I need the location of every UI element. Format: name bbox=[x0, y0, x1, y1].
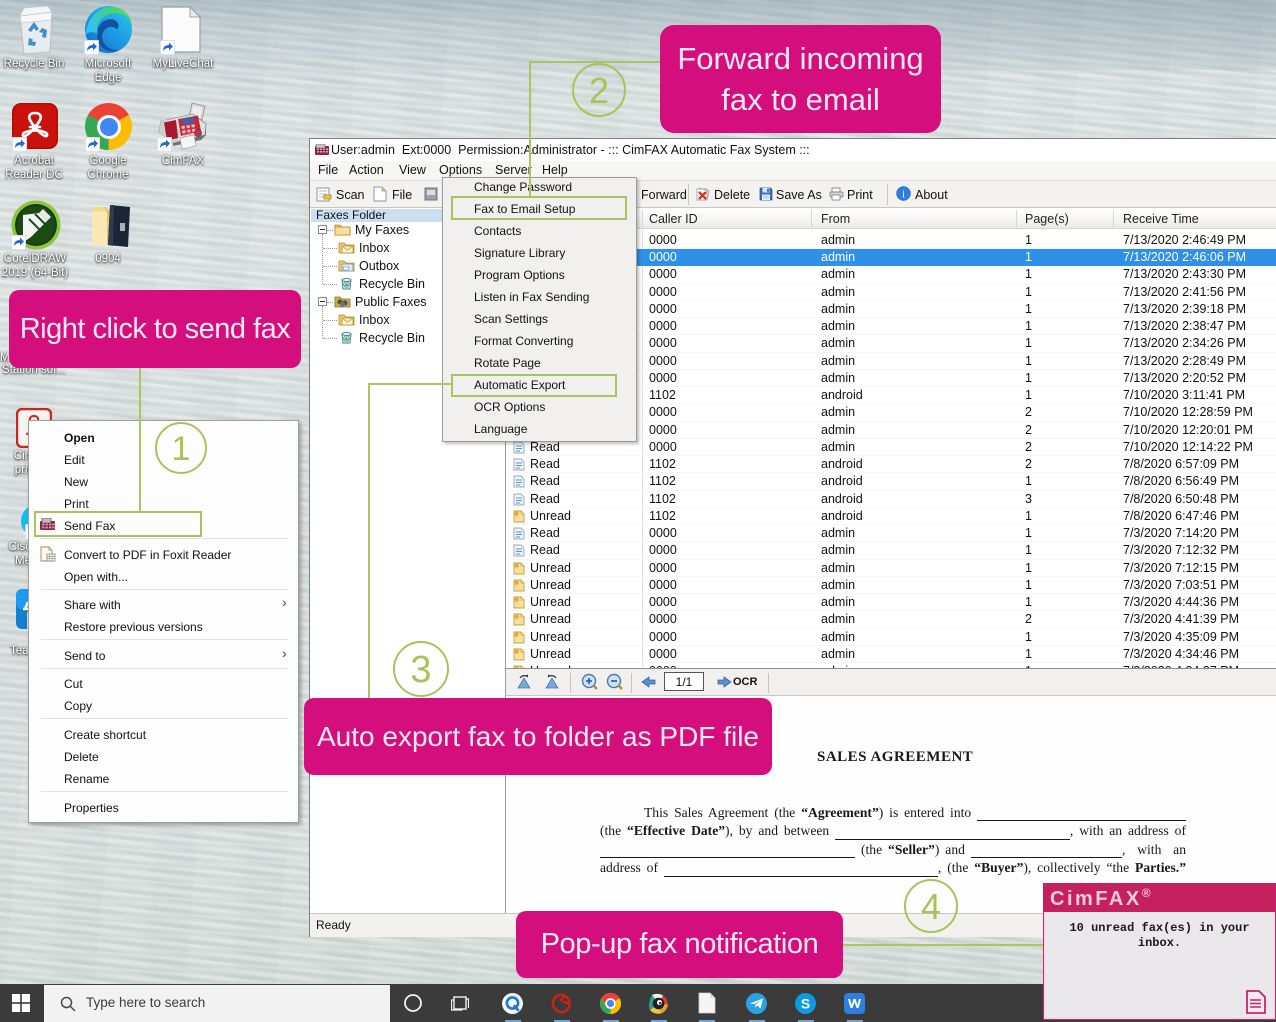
svg-text:i: i bbox=[902, 189, 905, 201]
svg-text:S: S bbox=[801, 996, 810, 1012]
